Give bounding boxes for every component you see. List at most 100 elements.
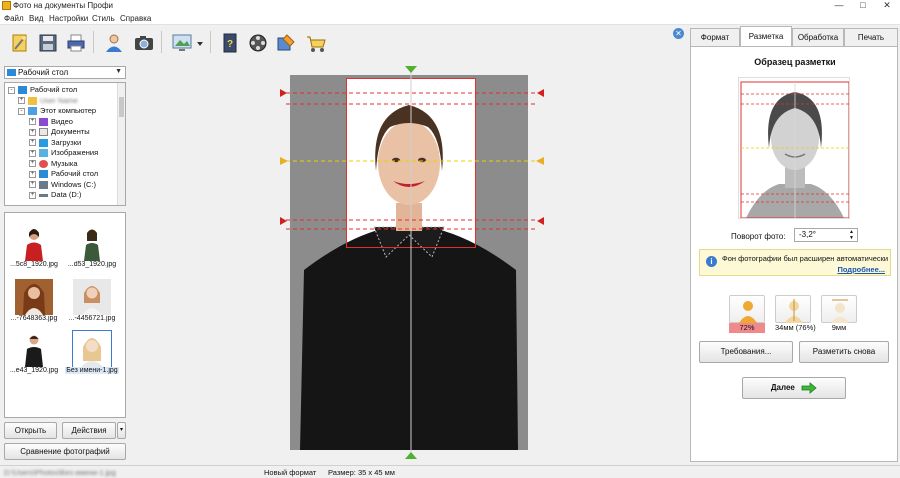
thumbnail-caption: ...-4456721.jpg bbox=[68, 315, 116, 322]
thumbnail-image bbox=[15, 225, 53, 261]
tree-item-video[interactable]: + Видео bbox=[29, 117, 73, 128]
tree-item-desktop-2[interactable]: + Рабочий стол bbox=[29, 169, 98, 180]
dropdown-arrow-icon[interactable] bbox=[194, 29, 206, 55]
cart-icon[interactable] bbox=[302, 29, 328, 55]
folder-icon bbox=[28, 96, 37, 105]
save-icon[interactable] bbox=[34, 29, 60, 55]
film-icon[interactable] bbox=[244, 29, 270, 55]
toolbar-separator bbox=[161, 31, 162, 53]
collapse-icon[interactable]: - bbox=[18, 107, 25, 115]
menu-settings[interactable]: Настройки bbox=[49, 14, 88, 23]
spinner-arrows-icon[interactable]: ▲ ▼ bbox=[849, 229, 854, 241]
menu-help[interactable]: Справка bbox=[120, 14, 151, 23]
expand-icon[interactable]: + bbox=[29, 170, 36, 178]
menu-file[interactable]: Файл bbox=[4, 14, 24, 23]
compare-photos-button[interactable]: Сравнение фотографий bbox=[4, 443, 126, 460]
scrollbar-thumb[interactable] bbox=[119, 97, 124, 117]
expand-icon[interactable]: + bbox=[29, 191, 36, 199]
monitor-icon[interactable] bbox=[168, 29, 194, 55]
next-button[interactable]: Далее bbox=[742, 377, 846, 399]
open-button[interactable]: Открыть bbox=[4, 422, 57, 439]
thumbnail-item[interactable]: ...-7648363.jpg bbox=[7, 275, 61, 325]
info-message: Фон фотографии был расширен автоматическ… bbox=[722, 254, 889, 263]
thumbnail-item[interactable]: ...5c8_1920.jpg bbox=[7, 221, 61, 271]
actions-button[interactable]: Действия bbox=[62, 422, 116, 439]
thumbnail-item[interactable]: ...e43_1920.jpg bbox=[7, 327, 61, 377]
minimize-button[interactable]: — bbox=[828, 0, 850, 12]
expand-icon[interactable]: + bbox=[29, 118, 36, 126]
markup-panel: Образец разметки Поворот фото: -3,2° ▲ ▼… bbox=[690, 46, 898, 462]
info-notice: i Фон фотографии был расширен автоматиче… bbox=[699, 249, 891, 276]
top-margin-icon bbox=[821, 295, 857, 323]
status-path: D:\Users\Photos\Без имени-1.jpg bbox=[4, 468, 116, 477]
computer-icon bbox=[28, 107, 37, 116]
book-icon[interactable]: ? bbox=[216, 29, 242, 55]
thumbnail-caption: ...e43_1920.jpg bbox=[9, 367, 59, 374]
tree-scrollbar[interactable] bbox=[117, 83, 125, 205]
camera-icon[interactable] bbox=[130, 29, 156, 55]
info-icon: i bbox=[706, 256, 717, 267]
puzzle-icon[interactable] bbox=[272, 29, 298, 55]
head-height-icon bbox=[775, 295, 811, 323]
status-size: Размер: 35 х 45 мм bbox=[328, 468, 395, 477]
tab-print[interactable]: Печать bbox=[844, 28, 898, 46]
menu-view[interactable]: Вид bbox=[29, 14, 43, 23]
menu-style[interactable]: Стиль bbox=[92, 14, 115, 23]
close-panel-icon[interactable]: ✕ bbox=[673, 28, 684, 39]
more-link[interactable]: Подробнее... bbox=[837, 265, 885, 274]
desktop-folder-icon bbox=[18, 86, 27, 95]
close-button[interactable]: ✕ bbox=[876, 0, 898, 12]
tree-item-drive-d[interactable]: + Data (D:) bbox=[29, 190, 81, 201]
tree-item-downloads[interactable]: + Загрузки bbox=[29, 138, 81, 149]
head-height-meter: 34мм (76%) bbox=[775, 295, 816, 335]
music-folder-icon bbox=[39, 159, 48, 168]
requirements-button[interactable]: Требования... bbox=[699, 341, 793, 363]
svg-text:?: ? bbox=[227, 39, 233, 50]
expand-icon[interactable]: + bbox=[29, 139, 36, 147]
tree-item-pictures[interactable]: + Изображения bbox=[29, 148, 98, 159]
maximize-button[interactable]: □ bbox=[852, 0, 874, 12]
remark-button[interactable]: Разметить снова bbox=[799, 341, 889, 363]
print-icon[interactable] bbox=[62, 29, 88, 55]
thumbnail-image bbox=[73, 225, 111, 261]
toolbar: ? bbox=[0, 26, 690, 58]
tab-format[interactable]: Формат bbox=[690, 28, 740, 46]
tree-item-documents[interactable]: + Документы bbox=[29, 127, 90, 138]
expand-icon[interactable]: + bbox=[29, 181, 36, 189]
user-icon[interactable] bbox=[100, 29, 126, 55]
tab-markup[interactable]: Разметка bbox=[740, 26, 792, 46]
downloads-folder-icon bbox=[39, 138, 48, 147]
thumbnail-image bbox=[15, 279, 53, 315]
tree-item-desktop[interactable]: - Рабочий стол bbox=[8, 85, 77, 96]
thumbnail-item[interactable]: ...-4456721.jpg bbox=[65, 275, 119, 325]
top-margin-value: 9мм bbox=[831, 323, 847, 332]
expand-icon[interactable]: + bbox=[29, 128, 36, 136]
arrow-right-icon bbox=[801, 382, 817, 394]
new-wand-icon[interactable] bbox=[6, 29, 32, 55]
status-bar: D:\Users\Photos\Без имени-1.jpg Новый фо… bbox=[0, 465, 900, 478]
drive-icon bbox=[39, 193, 48, 197]
status-format: Новый формат bbox=[264, 468, 317, 477]
documents-folder-icon bbox=[39, 128, 48, 137]
expand-icon[interactable]: + bbox=[29, 160, 36, 168]
thumbnail-list: ...5c8_1920.jpg ...d53_1920.jpg ...-7648… bbox=[4, 212, 126, 418]
rotate-input[interactable]: -3,2° ▲ ▼ bbox=[794, 228, 858, 242]
right-panel: Формат Разметка Обработка Печать Образец… bbox=[690, 26, 898, 462]
folder-tree: - Рабочий стол + User Name - Этот компьютер… bbox=[4, 82, 126, 206]
expand-icon[interactable]: + bbox=[18, 97, 25, 105]
tree-item-this-pc[interactable]: - Этот компьютер bbox=[18, 106, 96, 117]
tree-item-drive-c[interactable]: + Windows (C:) bbox=[29, 180, 96, 191]
tree-item-user[interactable]: + User Name bbox=[18, 96, 78, 107]
actions-dropdown-button[interactable]: ▾ bbox=[117, 422, 126, 439]
thumbnail-caption: ...d53_1920.jpg bbox=[67, 261, 117, 268]
tree-item-music[interactable]: + Музыка bbox=[29, 159, 78, 170]
toolbar-separator bbox=[210, 31, 211, 53]
collapse-icon[interactable]: - bbox=[8, 86, 15, 94]
folder-select[interactable]: Рабочий стол ▼ bbox=[4, 66, 126, 79]
expand-icon[interactable]: + bbox=[29, 149, 36, 157]
thumbnail-item[interactable]: ...d53_1920.jpg bbox=[65, 221, 119, 271]
thumbnail-item-selected[interactable]: Без имени-1.jpg bbox=[65, 327, 119, 377]
toolbar-separator bbox=[93, 31, 94, 53]
tab-processing[interactable]: Обработка bbox=[792, 28, 844, 46]
video-folder-icon bbox=[39, 117, 48, 126]
